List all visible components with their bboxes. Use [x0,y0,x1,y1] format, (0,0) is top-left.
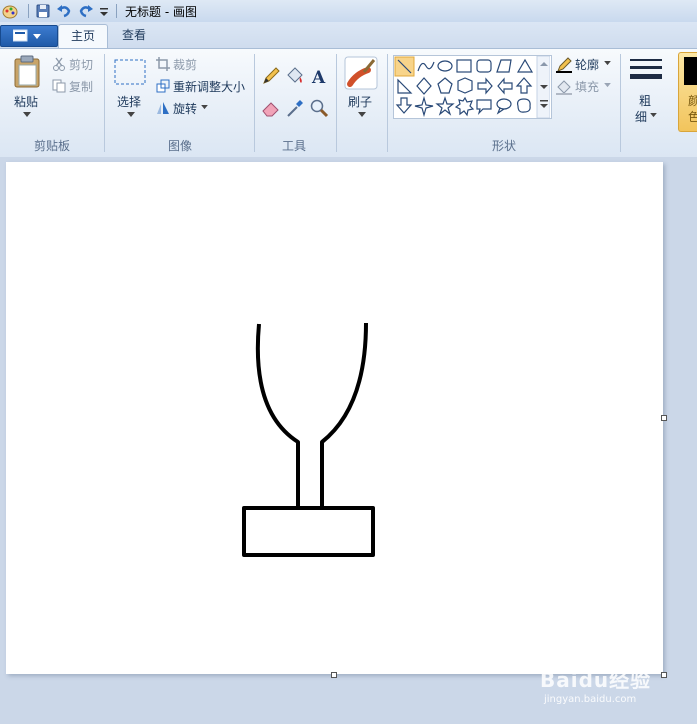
size-dropdown-icon[interactable] [650,113,657,118]
color1-label-line1[interactable]: 颜 [688,92,697,109]
paste-label[interactable]: 粘贴 [14,93,38,110]
select-label[interactable]: 选择 [117,93,141,110]
fill-dropdown-icon[interactable] [604,83,611,88]
outline-label[interactable]: 轮廓 [575,56,599,73]
select-dropdown-icon[interactable] [127,112,135,118]
copy-icon[interactable] [52,79,66,93]
title-bar: 无标题 - 画图 [0,0,697,23]
fill-icon[interactable] [556,79,572,95]
brushes-dropdown-icon[interactable] [358,112,366,118]
paste-dropdown-icon[interactable] [23,112,31,118]
drawing-canvas[interactable] [6,162,663,674]
shapes-gallery-icons [394,56,550,118]
group-divider [336,54,337,152]
brushes-label[interactable]: 刷子 [348,93,372,110]
group-divider [387,54,388,152]
size-icon[interactable] [628,58,664,84]
brushes-icon[interactable] [344,56,378,90]
menu-icon [13,29,41,42]
group-divider [254,54,255,152]
size-label-line2[interactable]: 细 [635,108,647,125]
watermark: Baidu经验 jingyan.baidu.com [540,664,652,705]
color-picker-icon[interactable] [285,98,305,118]
outline-icon[interactable] [556,57,572,73]
rotate-icon[interactable] [156,101,170,115]
paint-app-icon[interactable] [2,3,18,19]
tab-home[interactable]: 主页 [58,24,108,49]
image-group-label: 图像 [167,139,192,153]
color1-label-line2[interactable]: 色 [688,108,697,125]
resize-handle-corner[interactable] [661,672,667,678]
group-divider [104,54,105,152]
watermark-text: Baidu经验 [540,668,652,692]
tab-view[interactable]: 查看 [112,24,156,48]
color1-swatch [684,57,697,85]
outline-dropdown-icon[interactable] [604,61,611,66]
paint-menu-button[interactable] [0,25,58,47]
save-icon[interactable] [35,3,51,19]
svg-text:A: A [311,68,326,86]
paste-icon[interactable] [12,55,42,89]
cut-icon[interactable] [52,57,66,71]
resize-handle-bottom[interactable] [331,672,337,678]
eraser-icon[interactable] [261,98,281,118]
redo-icon[interactable] [78,3,94,19]
fill-bucket-icon[interactable] [285,66,305,86]
clipboard-group-label: 剪贴板 [33,139,70,153]
size-label-line1[interactable]: 粗 [639,92,651,109]
goblet-drawing [242,322,375,557]
crop-label[interactable]: 裁剪 [173,56,197,73]
fill-label[interactable]: 填充 [575,78,599,95]
text-tool-icon[interactable]: A [309,66,329,86]
cut-label[interactable]: 剪切 [69,56,93,73]
watermark-sub: jingyan.baidu.com [544,694,637,705]
magnifier-icon[interactable] [309,98,329,118]
window-title: 无标题 - 画图 [125,5,197,19]
customize-qat-chevron-icon[interactable] [98,3,110,19]
pencil-icon[interactable] [261,66,281,86]
rotate-label[interactable]: 旋转 [173,100,197,117]
rotate-dropdown-icon[interactable] [201,105,208,110]
undo-icon[interactable] [56,3,72,19]
copy-label[interactable]: 复制 [69,78,93,95]
crop-icon[interactable] [156,57,170,71]
tools-group-label: 工具 [281,139,306,153]
resize-handle-right[interactable] [661,415,667,421]
select-icon[interactable] [114,59,146,85]
group-divider [620,54,621,152]
resize-icon[interactable] [156,79,170,93]
shapes-group-label: 形状 [491,139,516,153]
resize-label[interactable]: 重新调整大小 [173,78,245,95]
